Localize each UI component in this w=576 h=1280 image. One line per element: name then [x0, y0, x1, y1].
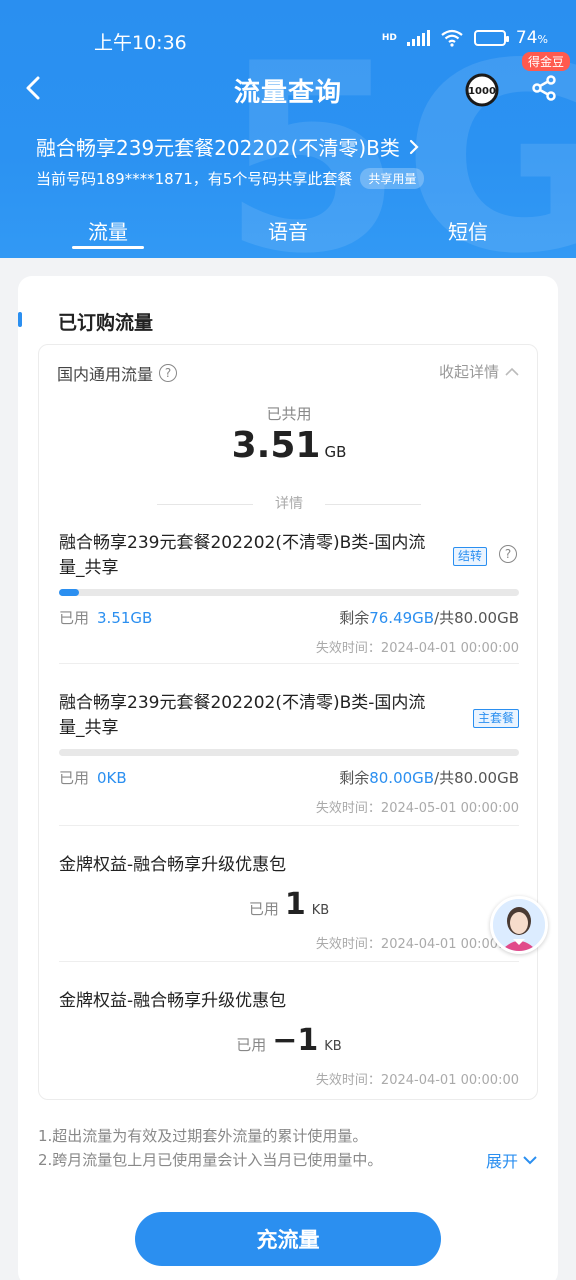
list-item: 融合畅享239元套餐202202(不清零)B类-国内流量_共享 主套餐 已用 0K… [59, 691, 519, 816]
note-line-2: 2.跨月流量包上月已使用量会计入当月已使用量中。 [38, 1151, 383, 1169]
divider [59, 663, 519, 664]
plan-subtitle: 当前号码189****1871，有5个号码共享此套餐 共享用量 [36, 168, 425, 189]
note-line-1: 1.超出流量为有效及过期套外流量的累计使用量。 [38, 1127, 368, 1145]
list-item: 融合畅享239元套餐202202(不清零)B类-国内流量_共享 结转 ? 已用 3… [59, 531, 519, 656]
carryover-tag: 结转 [452, 547, 487, 566]
expire-time: 失效时间：2024-04-01 00:00:00 [315, 641, 519, 656]
item-title: 融合畅享239元套餐202202(不清零)B类-国内流量_共享 [59, 693, 426, 738]
active-tab-indicator [72, 246, 144, 249]
used-amount: 已用 1 KB [248, 887, 330, 922]
list-item: 金牌权益-融合畅享升级优惠包 已用 1 KB 失效时间：2024-04-01 00:… [59, 853, 519, 963]
nav-bar: 流量查询 1000 得金豆 [0, 52, 576, 112]
help-icon[interactable]: ? [499, 545, 517, 563]
group-title: 国内通用流量 ? [57, 361, 178, 385]
expire-time: 失效时间：2024-04-01 00:00:00 [315, 937, 519, 952]
usage-bar [59, 749, 519, 756]
chevron-up-icon [505, 367, 519, 376]
expand-button[interactable]: 展开 [486, 1148, 538, 1172]
data-card: 已订购流量 国内通用流量 ? 收起详情 已共用 3.51 GB 详情 融合畅享23… [17, 276, 558, 1280]
divider [59, 961, 519, 962]
expire-time: 失效时间：2024-05-01 00:00:00 [315, 801, 519, 816]
notes: 1.超出流量为有效及过期套外流量的累计使用量。 2.跨月流量包上月已使用量会计入… [38, 1124, 382, 1172]
tab-voice[interactable]: 语音 [228, 216, 348, 245]
share-usage-tag[interactable]: 共享用量 [360, 168, 425, 189]
assistant-avatar[interactable] [490, 896, 548, 954]
battery-percent: 74% [515, 28, 548, 48]
chevron-right-icon [409, 139, 419, 154]
1000-icon[interactable]: 1000 [462, 70, 502, 110]
remaining-amount: 剩余80.00GB/共80.00GB [339, 769, 519, 787]
plan-subtitle-text: 当前号码189****1871，有5个号码共享此套餐 [36, 170, 353, 188]
shared-unit: GB [324, 443, 347, 461]
used-amount: 已用 0KB [59, 769, 127, 787]
expire-time: 失效时间：2024-04-01 00:00:00 [315, 1073, 519, 1088]
status-time: 上午10:36 [94, 32, 187, 54]
expand-label: 展开 [485, 1152, 518, 1171]
item-title: 融合畅享239元套餐202202(不清零)B类-国内流量_共享 [59, 533, 426, 578]
main-plan-tag: 主套餐 [472, 709, 519, 728]
status-icons: HD 74% [382, 28, 548, 48]
divider [59, 825, 519, 826]
remaining-amount: 剩余76.49GB/共80.00GB [339, 609, 519, 627]
svg-text:1000: 1000 [468, 86, 496, 97]
group-title-text: 国内通用流量 [57, 365, 154, 384]
battery-icon [473, 30, 509, 46]
used-amount: 已用 −1 KB [236, 1023, 342, 1058]
list-item: 金牌权益-融合畅享升级优惠包 已用 −1 KB 失效时间：2024-04-01 00… [59, 989, 519, 1099]
recharge-data-button[interactable]: 充流量 [135, 1212, 441, 1266]
shared-number: 3.51 [231, 425, 321, 466]
details-divider: 详情 [157, 493, 421, 515]
item-title: 金牌权益-融合畅享升级优惠包 [59, 855, 287, 875]
signal-icon [406, 30, 430, 46]
plan-name[interactable]: 融合畅享239元套餐202202(不清零)B类 [36, 132, 420, 161]
chevron-down-icon [523, 1156, 537, 1165]
used-amount: 已用 3.51GB [59, 609, 153, 627]
help-icon[interactable]: ? [159, 364, 178, 382]
usage-bar [59, 589, 519, 596]
hd-indicator: HD [381, 32, 397, 43]
shared-label: 已共用 [266, 405, 312, 423]
item-title: 金牌权益-融合畅享升级优惠包 [59, 991, 287, 1011]
plan-name-text: 融合畅享239元套餐202202(不清零)B类 [36, 136, 400, 160]
section-title: 已订购流量 [17, 308, 153, 335]
header: 5G 上午10:36 HD 74% 流量查询 1000 得金豆 融合畅享239元… [0, 0, 576, 258]
tab-bar: 流量 语音 短信 [0, 212, 576, 258]
tab-sms[interactable]: 短信 [408, 216, 528, 245]
shared-value: 3.51 GB [39, 425, 539, 466]
tab-data[interactable]: 流量 [48, 216, 168, 245]
status-bar: 上午10:36 HD 74% [0, 0, 576, 74]
wifi-icon [441, 29, 463, 47]
collapse-label: 收起详情 [438, 363, 499, 381]
domestic-data-panel: 国内通用流量 ? 收起详情 已共用 3.51 GB 详情 融合畅享239元套餐20… [38, 344, 538, 1100]
assistant-avatar-icon [493, 899, 545, 951]
share-icon[interactable] [530, 74, 558, 102]
gold-bean-badge[interactable]: 得金豆 [522, 52, 571, 71]
collapse-details-button[interactable]: 收起详情 [439, 361, 519, 382]
